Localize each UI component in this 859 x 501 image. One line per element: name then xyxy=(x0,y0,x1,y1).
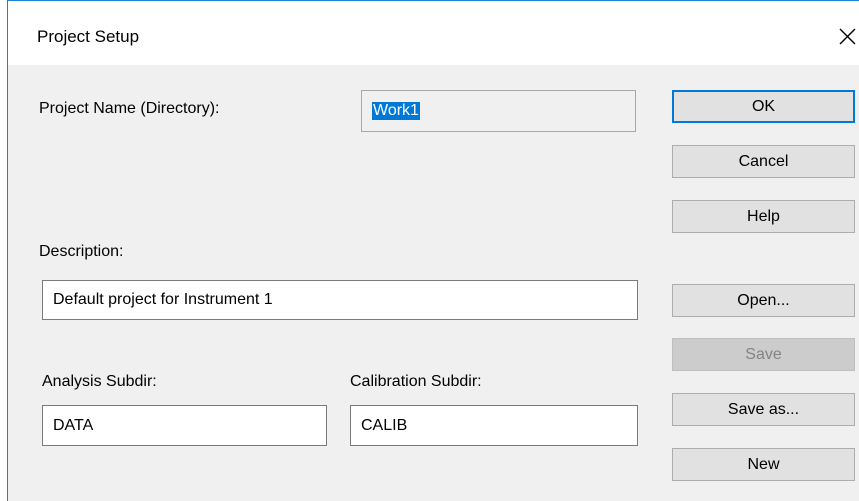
project-name-input[interactable]: Work1 xyxy=(361,90,636,132)
title-bar[interactable]: Project Setup xyxy=(8,1,859,65)
project-name-label: Project Name (Directory): xyxy=(39,100,220,117)
description-value: Default project for Instrument 1 xyxy=(53,291,273,308)
window-title: Project Setup xyxy=(37,27,140,46)
open-button[interactable]: Open... xyxy=(672,284,855,317)
description-label: Description: xyxy=(39,243,124,260)
close-icon xyxy=(839,28,856,45)
analysis-subdir-label: Analysis Subdir: xyxy=(42,373,157,390)
cancel-button[interactable]: Cancel xyxy=(672,145,855,178)
calibration-subdir-input[interactable]: CALIB xyxy=(350,405,638,446)
description-input[interactable]: Default project for Instrument 1 xyxy=(42,280,638,320)
ok-button[interactable]: OK xyxy=(672,90,855,123)
calibration-subdir-value: CALIB xyxy=(361,416,408,434)
new-button[interactable]: New xyxy=(672,448,855,481)
calibration-subdir-label: Calibration Subdir: xyxy=(350,373,482,390)
save-as-button[interactable]: Save as... xyxy=(672,393,855,426)
close-button[interactable] xyxy=(837,21,859,51)
project-name-value: Work1 xyxy=(372,102,420,120)
help-button[interactable]: Help xyxy=(672,200,855,233)
project-setup-dialog: Project Setup Project Name (Directory): … xyxy=(7,0,859,501)
analysis-subdir-input[interactable]: DATA xyxy=(42,405,327,446)
analysis-subdir-value: DATA xyxy=(53,416,94,434)
save-button[interactable]: Save xyxy=(672,338,855,371)
